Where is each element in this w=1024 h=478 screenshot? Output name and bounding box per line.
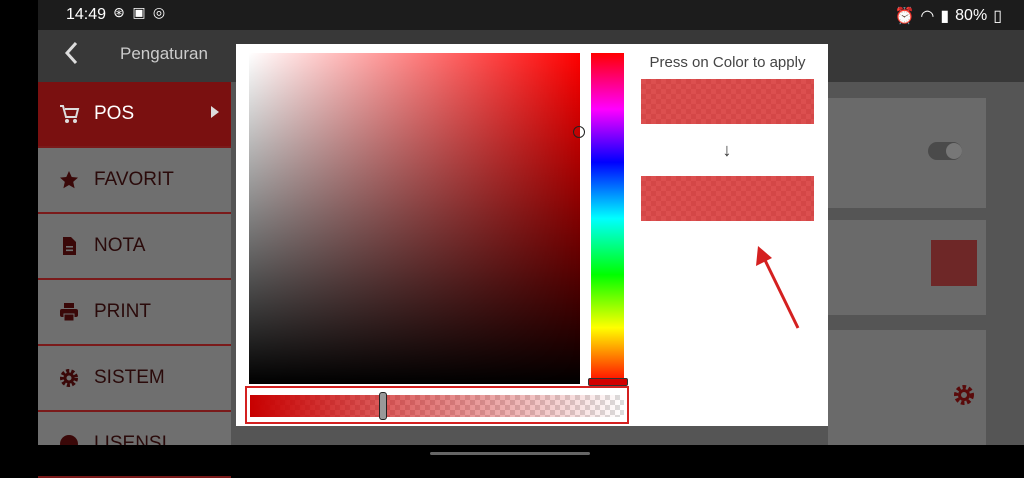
color-swatch-button[interactable] bbox=[931, 240, 977, 286]
alpha-slider[interactable] bbox=[250, 395, 624, 417]
saturation-handle[interactable] bbox=[573, 126, 585, 138]
annotation-arrow bbox=[756, 246, 800, 329]
hue-slider[interactable] bbox=[591, 53, 624, 384]
image-icon: ▣ bbox=[132, 4, 146, 20]
settings-toggle[interactable] bbox=[928, 142, 962, 160]
status-right: ⏰ ◠ ▮ 80% ▯ bbox=[894, 6, 1002, 26]
wifi-icon: ◠ bbox=[920, 8, 935, 25]
document-icon bbox=[58, 235, 80, 257]
chevron-right-icon bbox=[211, 106, 219, 118]
sidebar-item-label: PRINT bbox=[94, 301, 151, 322]
settings-card bbox=[828, 98, 986, 208]
sidebar-item-label: NOTA bbox=[94, 235, 146, 256]
sidebar-item-nota[interactable]: NOTA bbox=[38, 214, 231, 280]
sidebar: POS FAVORIT NOTA PRINT SISTEM LISENSI bbox=[38, 82, 231, 478]
color-picker-dialog: Press on Color to apply ↓ bbox=[236, 44, 828, 426]
notification-icons: ⊛ ▣ ◎ bbox=[112, 5, 166, 19]
toggle-knob bbox=[946, 143, 962, 159]
gear-icon[interactable] bbox=[952, 383, 976, 407]
back-icon[interactable] bbox=[60, 38, 84, 68]
sidebar-item-label: SISTEM bbox=[94, 367, 165, 388]
arrow-down-icon: ↓ bbox=[722, 140, 732, 160]
status-bar: 14:49 ⊛ ▣ ◎ ⏰ ◠ ▮ 80% ▯ bbox=[0, 0, 1024, 30]
sidebar-item-label: FAVORIT bbox=[94, 169, 174, 190]
sidebar-item-sistem[interactable]: SISTEM bbox=[38, 346, 231, 412]
sync-icon: ◎ bbox=[152, 4, 166, 20]
gear-icon bbox=[58, 367, 80, 389]
apply-hint: Press on Color to apply bbox=[649, 54, 806, 71]
star-icon bbox=[58, 169, 80, 191]
sidebar-item-label: POS bbox=[94, 103, 135, 124]
status-time: 14:49 bbox=[66, 6, 107, 23]
sidebar-item-favorit[interactable]: FAVORIT bbox=[38, 148, 231, 214]
page-title: Pengaturan bbox=[120, 44, 208, 63]
sidebar-item-print[interactable]: PRINT bbox=[38, 280, 231, 346]
new-color-swatch[interactable] bbox=[641, 176, 814, 221]
alpha-handle[interactable] bbox=[379, 392, 387, 420]
home-indicator[interactable] bbox=[430, 452, 590, 455]
signal-icon: ▮ bbox=[940, 8, 950, 25]
sidebar-item-pos[interactable]: POS bbox=[38, 82, 231, 148]
battery-percent: 80% bbox=[955, 7, 988, 24]
cart-icon bbox=[58, 103, 80, 125]
printer-icon bbox=[58, 301, 80, 323]
current-color-swatch[interactable] bbox=[641, 79, 814, 124]
notification-icon: ⊛ bbox=[113, 4, 125, 20]
saturation-value-picker[interactable] bbox=[249, 53, 580, 384]
alarm-icon: ⏰ bbox=[894, 8, 915, 25]
battery-icon: ▯ bbox=[993, 8, 1002, 25]
hue-handle[interactable] bbox=[588, 378, 628, 386]
navigation-bar bbox=[0, 445, 1024, 461]
